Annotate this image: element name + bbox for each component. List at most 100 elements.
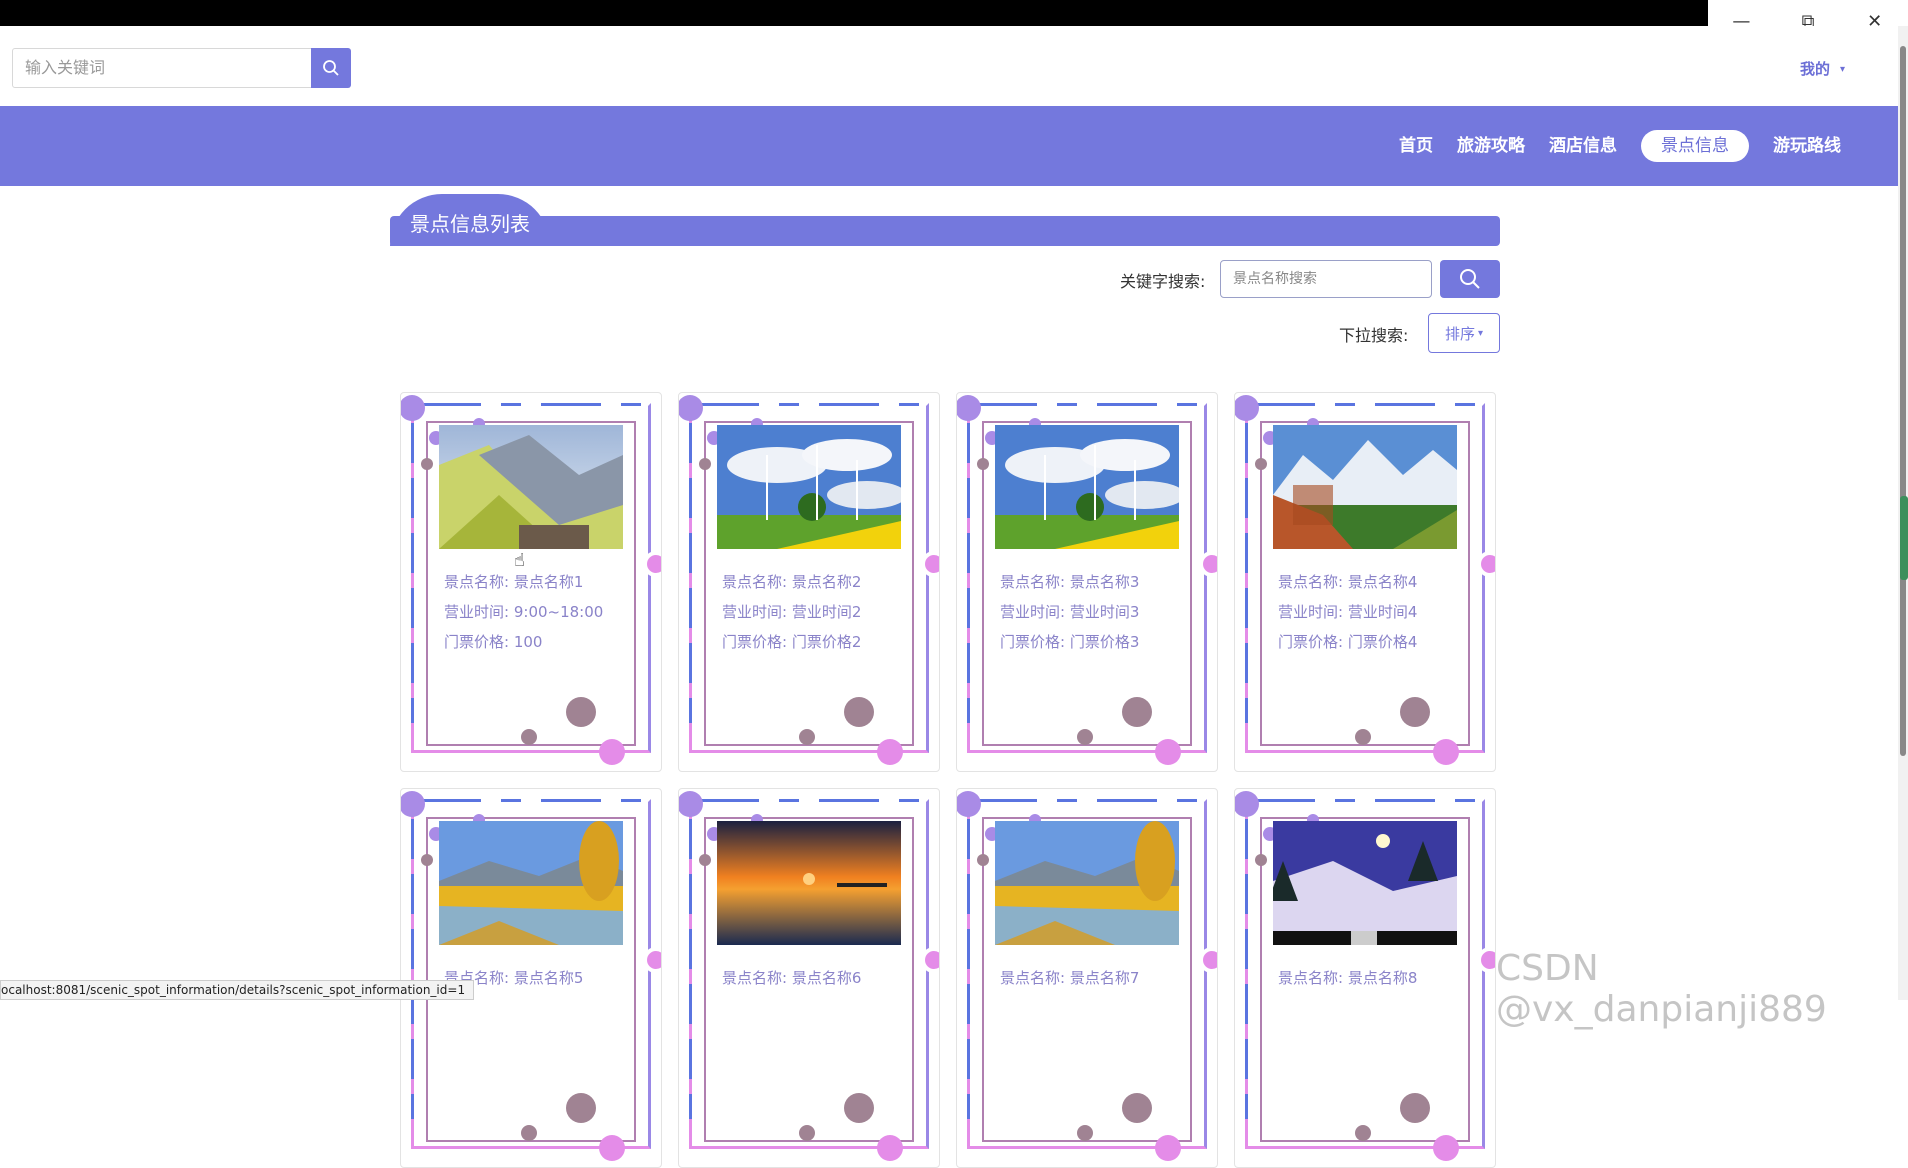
- attraction-photo[interactable]: [1273, 425, 1457, 549]
- decor-circle: [566, 697, 596, 727]
- decor-circle: [1199, 947, 1217, 973]
- card-frame-dash: [411, 423, 414, 723]
- attraction-hours: 营业时间: 营业时间2: [722, 603, 862, 621]
- card-frame-dash: [1245, 819, 1248, 1119]
- attraction-card[interactable]: 景点名称: 景点名称5: [400, 788, 662, 1168]
- decor-circle: [599, 1135, 625, 1161]
- attraction-name: 景点名称: 景点名称2: [722, 573, 862, 591]
- decor-circle: [1400, 697, 1430, 727]
- attraction-card[interactable]: 景点名称: 景点名称8: [1234, 788, 1496, 1168]
- section-title: 景点信息列表: [410, 212, 530, 236]
- decor-circle: [699, 458, 711, 470]
- decor-circle: [1433, 1135, 1459, 1161]
- decor-circle: [1077, 729, 1093, 745]
- nav-item-0[interactable]: 首页: [1387, 130, 1445, 162]
- decor-circle: [1235, 791, 1259, 817]
- nav-item-2[interactable]: 酒店信息: [1537, 130, 1629, 162]
- global-search-input[interactable]: 输入关键词: [12, 48, 312, 88]
- attraction-photo[interactable]: [995, 821, 1179, 945]
- search-icon: [323, 60, 339, 76]
- decor-circle: [421, 458, 433, 470]
- decor-circle: [1477, 947, 1495, 973]
- decor-circle: [1155, 739, 1181, 765]
- status-bar-url: ocalhost:8081/scenic_spot_information/de…: [0, 980, 475, 1000]
- decor-circle: [957, 791, 981, 817]
- user-menu-label: 我的: [1800, 60, 1831, 78]
- attraction-price: 门票价格: 门票价格4: [1278, 633, 1418, 651]
- attraction-name: 景点名称: 景点名称4: [1278, 573, 1418, 591]
- top-bar: 输入关键词 我的 ▾: [0, 26, 1898, 106]
- card-info: 景点名称: 景点名称8: [1278, 963, 1417, 993]
- decor-circle: [1199, 551, 1217, 577]
- decor-circle: [799, 729, 815, 745]
- attraction-hours: 营业时间: 营业时间3: [1000, 603, 1140, 621]
- card-frame-dash: [699, 799, 929, 802]
- nav-item-3[interactable]: 景点信息: [1641, 130, 1749, 162]
- attraction-price: 门票价格: 门票价格2: [722, 633, 862, 651]
- attraction-card[interactable]: 景点名称: 景点名称4 营业时间: 营业时间4 门票价格: 门票价格4: [1234, 392, 1496, 772]
- user-menu[interactable]: 我的 ▾: [1800, 58, 1845, 79]
- decor-circle: [1255, 854, 1267, 866]
- card-frame-dash: [689, 423, 692, 723]
- decor-circle: [421, 854, 433, 866]
- hand-cursor-icon: ☝: [514, 550, 525, 571]
- keyword-search-input[interactable]: 景点名称搜索: [1220, 260, 1432, 298]
- card-frame-dash: [967, 819, 970, 1119]
- caret-down-icon: ▾: [1477, 327, 1484, 339]
- decor-circle: [921, 947, 939, 973]
- attraction-name: 景点名称: 景点名称7: [1000, 969, 1140, 987]
- attraction-card[interactable]: 景点名称: 景点名称2 营业时间: 营业时间2 门票价格: 门票价格2: [678, 392, 940, 772]
- attraction-photo[interactable]: [995, 425, 1179, 549]
- decor-circle: [643, 551, 661, 577]
- decor-circle: [566, 1093, 596, 1123]
- attraction-card[interactable]: 景点名称: 景点名称6: [678, 788, 940, 1168]
- attraction-card[interactable]: 景点名称: 景点名称3 营业时间: 营业时间3 门票价格: 门票价格3: [956, 392, 1218, 772]
- sort-dropdown[interactable]: 排序 ▾: [1428, 313, 1500, 353]
- keyword-search-button[interactable]: [1440, 260, 1500, 298]
- card-frame-dash: [421, 799, 651, 802]
- attraction-name: 景点名称: 景点名称8: [1278, 969, 1418, 987]
- decor-circle: [977, 458, 989, 470]
- attraction-name: 景点名称: 景点名称1: [444, 573, 584, 591]
- dropdown-search-label: 下拉搜索:: [1339, 326, 1409, 345]
- global-search-button[interactable]: [311, 48, 351, 88]
- attraction-photo[interactable]: [439, 821, 623, 945]
- decor-circle: [1122, 1093, 1152, 1123]
- attraction-photo[interactable]: [717, 425, 901, 549]
- card-frame-dash: [421, 403, 651, 406]
- card-info: 景点名称: 景点名称1 营业时间: 9:00~18:00 门票价格: 100: [444, 567, 603, 657]
- attraction-photo[interactable]: [1273, 821, 1457, 945]
- decor-circle: [679, 395, 703, 421]
- decor-circle: [521, 1125, 537, 1141]
- keyword-label: 关键字搜索:: [1120, 272, 1206, 291]
- decor-circle: [877, 739, 903, 765]
- decor-circle: [957, 395, 981, 421]
- decor-circle: [1255, 458, 1267, 470]
- card-info: 景点名称: 景点名称6: [722, 963, 861, 993]
- decor-circle: [521, 729, 537, 745]
- caret-down-icon: ▾: [1840, 64, 1846, 75]
- attraction-photo[interactable]: [717, 821, 901, 945]
- decor-circle: [1355, 1125, 1371, 1141]
- decor-circle: [1433, 739, 1459, 765]
- nav-item-1[interactable]: 旅游攻略: [1445, 130, 1537, 162]
- decor-circle: [1155, 1135, 1181, 1161]
- scroll-thumb[interactable]: [1900, 46, 1906, 756]
- decor-circle: [877, 1135, 903, 1161]
- scroll-indicator: [1900, 496, 1908, 580]
- attraction-card[interactable]: 景点名称: 景点名称7: [956, 788, 1218, 1168]
- decor-circle: [699, 854, 711, 866]
- decor-circle: [844, 1093, 874, 1123]
- attraction-price: 门票价格: 100: [444, 633, 543, 651]
- attraction-photo[interactable]: [439, 425, 623, 549]
- main-nav: 首页 旅游攻略 酒店信息 景点信息 游玩路线: [0, 106, 1898, 186]
- card-frame-dash: [411, 819, 414, 1119]
- card-frame-dash: [1255, 799, 1485, 802]
- nav-item-4[interactable]: 游玩路线: [1761, 130, 1853, 162]
- card-info: 景点名称: 景点名称2 营业时间: 营业时间2 门票价格: 门票价格2: [722, 567, 861, 657]
- card-frame-dash: [977, 799, 1207, 802]
- card-frame-dash: [699, 403, 929, 406]
- attraction-card[interactable]: 景点名称: 景点名称1 营业时间: 9:00~18:00 门票价格: 100: [400, 392, 662, 772]
- card-frame-dash: [689, 819, 692, 1119]
- card-frame-dash: [1255, 403, 1485, 406]
